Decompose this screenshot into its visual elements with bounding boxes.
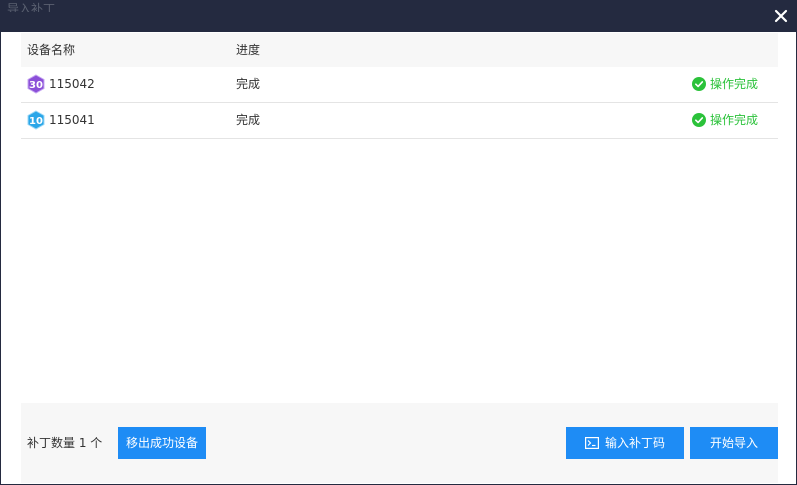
check-circle-icon — [691, 77, 706, 91]
input-patch-code-button[interactable]: 输入补丁码 — [566, 427, 684, 459]
table-row[interactable]: 10 115041 完成 操作完成 — [21, 103, 778, 139]
patch-count-label: 补丁数量 1 个 — [27, 436, 103, 450]
level-badge-text: 10 — [29, 116, 43, 127]
level-badge-text: 30 — [29, 80, 43, 91]
dialog-footer: 补丁数量 1 个 移出成功设备 输入补丁码 开始导入 — [21, 403, 778, 483]
check-circle-icon — [691, 113, 706, 127]
table-row[interactable]: 30 115042 完成 操作完成 — [21, 67, 778, 103]
column-header-device-name: 设备名称 — [27, 43, 76, 57]
dialog-title: 导入补丁 — [7, 2, 56, 12]
table-header: 设备名称 进度 — [21, 33, 778, 67]
remove-success-devices-button[interactable]: 移出成功设备 — [118, 427, 206, 459]
import-patch-dialog: 导入补丁 设备名称 进度 30 115042 完成 操作完成 10 115041… — [0, 0, 797, 485]
title-bar: 导入补丁 — [1, 0, 797, 32]
close-button[interactable] — [774, 8, 788, 23]
device-table: 设备名称 进度 30 115042 完成 操作完成 10 115041 完成 操… — [21, 33, 778, 139]
status-text: 操作完成 — [709, 77, 758, 91]
device-name: 115042 — [49, 77, 95, 91]
level-badge-icon: 30 — [27, 74, 45, 94]
device-progress: 完成 — [236, 77, 261, 91]
status-text: 操作完成 — [709, 113, 758, 127]
start-import-button[interactable]: 开始导入 — [690, 427, 778, 459]
level-badge-icon: 10 — [27, 110, 45, 130]
status-badge: 操作完成 — [691, 67, 758, 101]
column-header-progress: 进度 — [236, 43, 261, 57]
status-badge: 操作完成 — [691, 103, 758, 137]
device-progress: 完成 — [236, 113, 261, 127]
device-name: 115041 — [49, 113, 95, 127]
terminal-icon — [584, 437, 599, 449]
close-icon — [774, 9, 788, 23]
input-patch-code-label: 输入补丁码 — [604, 436, 665, 450]
